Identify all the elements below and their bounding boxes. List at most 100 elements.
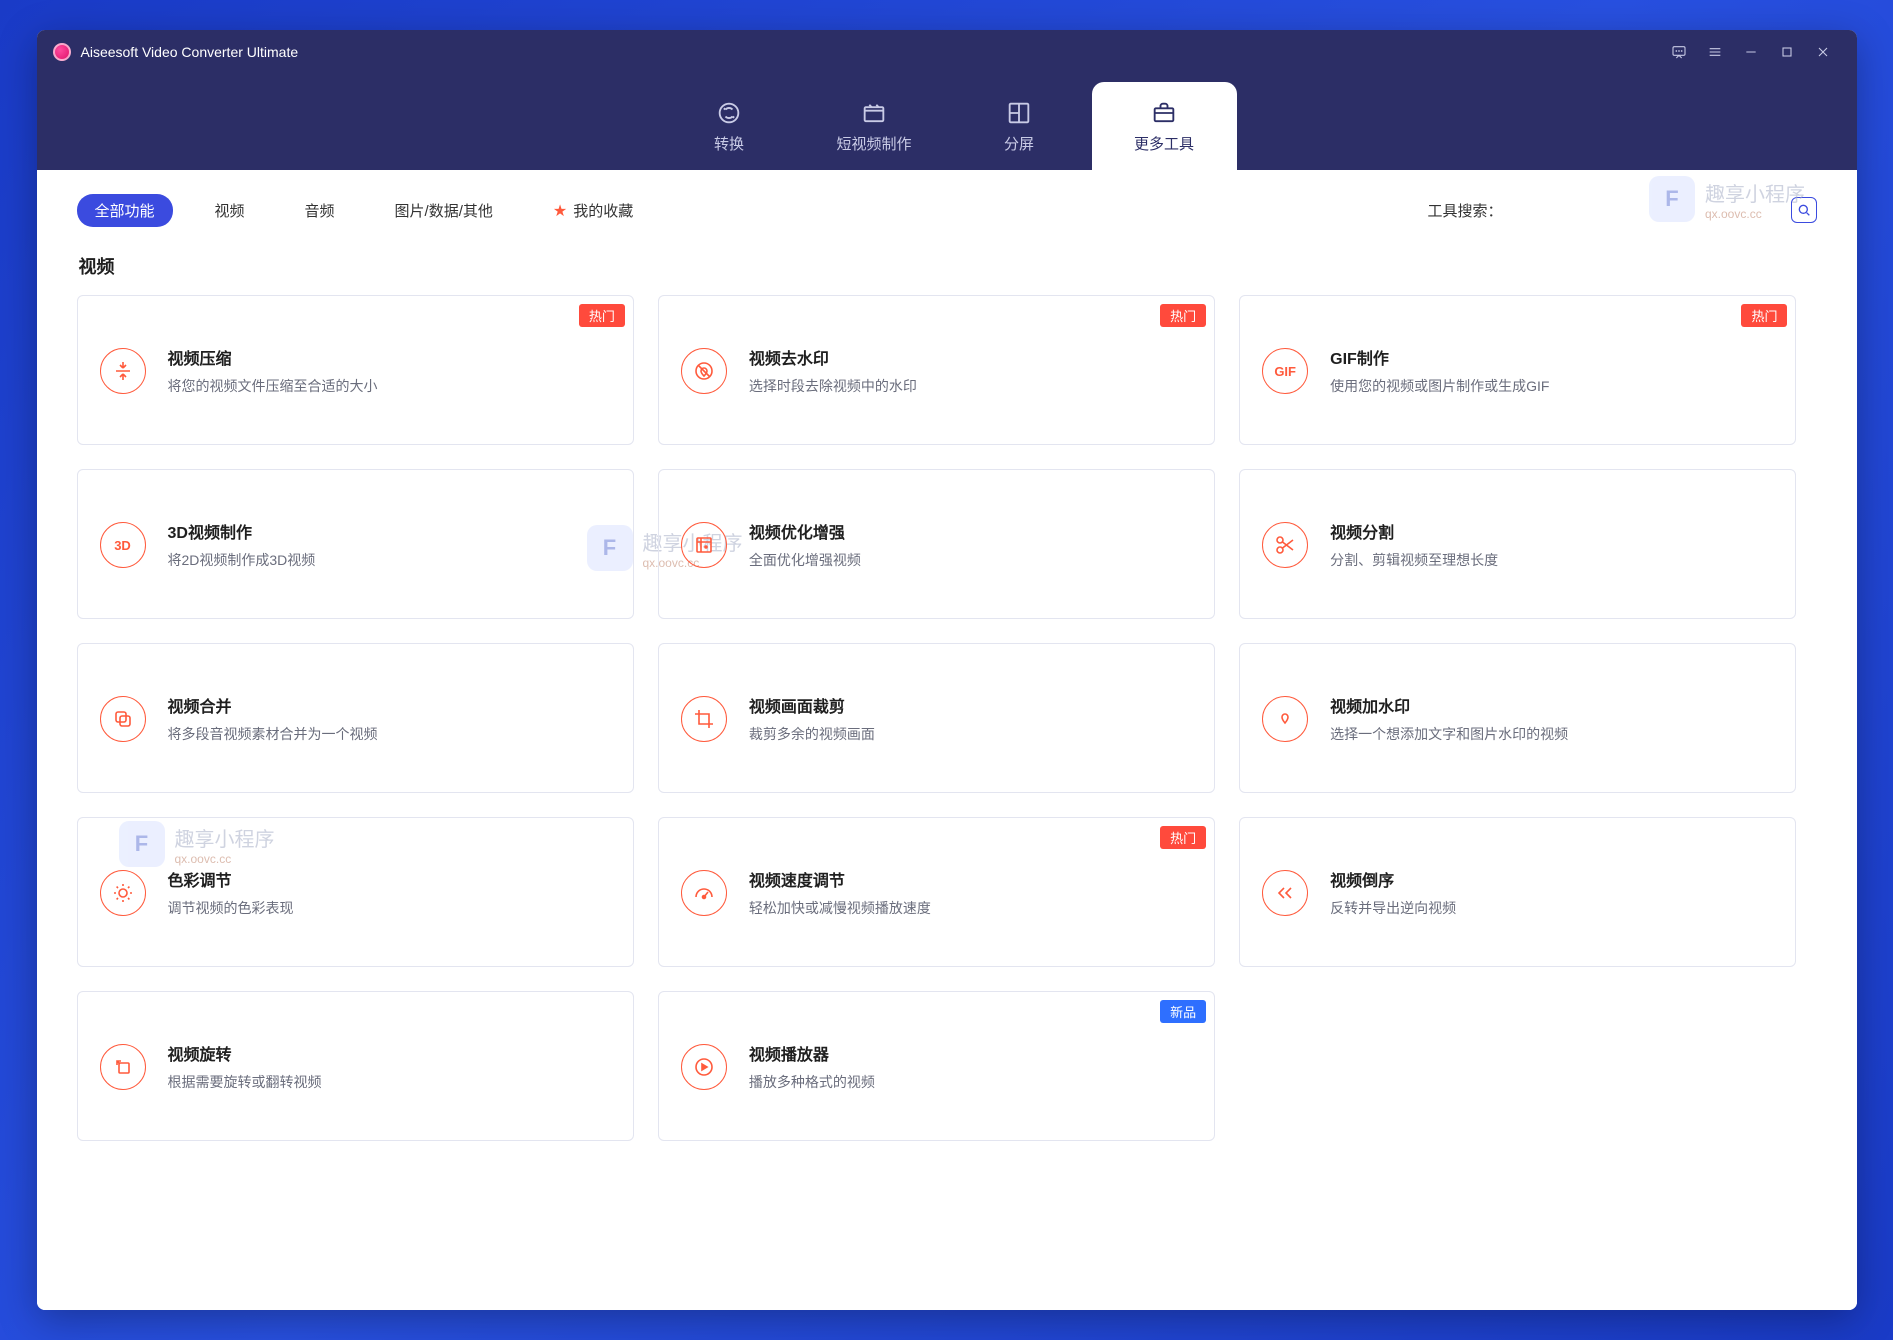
card-desc: 全面优化增强视频	[749, 551, 861, 571]
tool-card[interactable]: 视频旋转 根据需要旋转或翻转视频	[77, 991, 634, 1141]
enhance-icon	[681, 522, 727, 568]
card-text: 视频加水印 选择一个想添加文字和图片水印的视频	[1330, 693, 1568, 745]
section-title: 视频	[79, 253, 1797, 279]
menu-icon[interactable]	[1697, 34, 1733, 70]
card-desc: 使用您的视频或图片制作或生成GIF	[1330, 377, 1549, 397]
search-icon[interactable]	[1791, 197, 1817, 223]
card-title: 3D视频制作	[168, 519, 316, 543]
maximize-button[interactable]	[1769, 34, 1805, 70]
filter-other[interactable]: 图片/数据/其他	[377, 194, 511, 227]
card-title: 视频合并	[168, 693, 378, 717]
card-text: 视频去水印 选择时段去除视频中的水印	[749, 345, 917, 397]
content-area: 全部功能 视频 音频 图片/数据/其他 我的收藏 工具搜索： F 趣享小程序 q…	[37, 170, 1857, 1310]
card-title: 视频画面裁剪	[749, 693, 875, 717]
card-title: 视频加水印	[1330, 693, 1568, 717]
card-desc: 选择时段去除视频中的水印	[749, 377, 917, 397]
tool-card[interactable]: 色彩调节 调节视频的色彩表现	[77, 817, 634, 967]
tool-card[interactable]: 热门 GIF GIF制作 使用您的视频或图片制作或生成GIF	[1239, 295, 1796, 445]
card-desc: 将多段音视频素材合并为一个视频	[168, 725, 378, 745]
color-icon	[100, 870, 146, 916]
tool-card[interactable]: 视频倒序 反转并导出逆向视频	[1239, 817, 1796, 967]
card-text: 视频播放器 播放多种格式的视频	[749, 1041, 875, 1093]
app-title: Aiseesoft Video Converter Ultimate	[81, 44, 299, 60]
titlebar: Aiseesoft Video Converter Ultimate	[37, 30, 1857, 74]
app-window: Aiseesoft Video Converter Ultimate 转换 短视…	[37, 30, 1857, 1310]
filter-all[interactable]: 全部功能	[77, 194, 173, 227]
nav-mv[interactable]: 短视频制作	[802, 82, 947, 170]
search-box	[1531, 197, 1817, 224]
reverse-icon	[1262, 870, 1308, 916]
app-logo-icon	[53, 43, 71, 61]
card-desc: 播放多种格式的视频	[749, 1073, 875, 1093]
filter-label: 我的收藏	[573, 200, 633, 221]
card-text: 色彩调节 调节视频的色彩表现	[168, 867, 294, 919]
card-title: 视频分割	[1330, 519, 1498, 543]
addwm-icon	[1262, 696, 1308, 742]
card-desc: 选择一个想添加文字和图片水印的视频	[1330, 725, 1568, 745]
card-desc: 分割、剪辑视频至理想长度	[1330, 551, 1498, 571]
tool-card[interactable]: 视频分割 分割、剪辑视频至理想长度	[1239, 469, 1796, 619]
card-desc: 将2D视频制作成3D视频	[168, 551, 316, 571]
main-nav: 转换 短视频制作 分屏 更多工具	[37, 74, 1857, 170]
card-title: 视频优化增强	[749, 519, 861, 543]
card-desc: 裁剪多余的视频画面	[749, 725, 875, 745]
card-desc: 反转并导出逆向视频	[1330, 899, 1456, 919]
nav-collage[interactable]: 分屏	[947, 82, 1092, 170]
rotate-icon	[100, 1044, 146, 1090]
tools-scrollarea[interactable]: 视频 F 趣享小程序 qx.oovc.cc F 趣享小程序 qx.oovc.cc…	[77, 245, 1817, 1290]
tool-card[interactable]: 热门 视频压缩 将您的视频文件压缩至合适的大小	[77, 295, 634, 445]
tool-card[interactable]: 视频合并 将多段音视频素材合并为一个视频	[77, 643, 634, 793]
tool-card[interactable]: 视频画面裁剪 裁剪多余的视频画面	[658, 643, 1215, 793]
tool-card[interactable]: 视频优化增强 全面优化增强视频	[658, 469, 1215, 619]
card-text: 视频倒序 反转并导出逆向视频	[1330, 867, 1456, 919]
card-text: 视频合并 将多段音视频素材合并为一个视频	[168, 693, 378, 745]
card-desc: 调节视频的色彩表现	[168, 899, 294, 919]
tool-card[interactable]: 新品 视频播放器 播放多种格式的视频	[658, 991, 1215, 1141]
card-text: 视频速度调节 轻松加快或减慢视频播放速度	[749, 867, 931, 919]
nav-convert[interactable]: 转换	[657, 82, 802, 170]
card-text: GIF制作 使用您的视频或图片制作或生成GIF	[1330, 345, 1549, 397]
play-icon	[681, 1044, 727, 1090]
card-text: 视频分割 分割、剪辑视频至理想长度	[1330, 519, 1498, 571]
filter-bar: 全部功能 视频 音频 图片/数据/其他 我的收藏 工具搜索：	[77, 186, 1817, 245]
cut-icon	[1262, 522, 1308, 568]
card-desc: 轻松加快或减慢视频播放速度	[749, 899, 931, 919]
tool-card[interactable]: 热门 视频速度调节 轻松加快或减慢视频播放速度	[658, 817, 1215, 967]
feedback-icon[interactable]	[1661, 34, 1697, 70]
card-text: 视频旋转 根据需要旋转或翻转视频	[168, 1041, 322, 1093]
gif-icon: GIF	[1262, 348, 1308, 394]
card-text: 3D视频制作 将2D视频制作成3D视频	[168, 519, 316, 571]
search-input[interactable]	[1531, 202, 1791, 218]
merge-icon	[100, 696, 146, 742]
nav-toolbox[interactable]: 更多工具	[1092, 82, 1237, 170]
tool-card[interactable]: 3D 3D视频制作 将2D视频制作成3D视频	[77, 469, 634, 619]
nav-label: 分屏	[1004, 133, 1034, 154]
minimize-button[interactable]	[1733, 34, 1769, 70]
card-badge: 热门	[1160, 826, 1206, 849]
compress-icon	[100, 348, 146, 394]
filter-audio[interactable]: 音频	[287, 194, 353, 227]
card-title: 视频压缩	[168, 345, 378, 369]
card-badge: 新品	[1160, 1000, 1206, 1023]
card-title: GIF制作	[1330, 345, 1549, 369]
speed-icon	[681, 870, 727, 916]
close-button[interactable]	[1805, 34, 1841, 70]
tool-card[interactable]: 热门 视频去水印 选择时段去除视频中的水印	[658, 295, 1215, 445]
nav-label: 更多工具	[1134, 133, 1194, 154]
search-label: 工具搜索：	[1427, 200, 1502, 221]
card-title: 色彩调节	[168, 867, 294, 891]
nav-label: 短视频制作	[836, 133, 911, 154]
tool-card[interactable]: 视频加水印 选择一个想添加文字和图片水印的视频	[1239, 643, 1796, 793]
card-title: 视频播放器	[749, 1041, 875, 1065]
card-title: 视频速度调节	[749, 867, 931, 891]
card-desc: 根据需要旋转或翻转视频	[168, 1073, 322, 1093]
nowm-icon	[681, 348, 727, 394]
card-text: 视频压缩 将您的视频文件压缩至合适的大小	[168, 345, 378, 397]
filter-video[interactable]: 视频	[197, 194, 263, 227]
card-badge: 热门	[1741, 304, 1787, 327]
crop-icon	[681, 696, 727, 742]
tools-grid: 热门 视频压缩 将您的视频文件压缩至合适的大小 热门 视频去水印 选择时段去除视…	[77, 295, 1797, 1141]
card-title: 视频去水印	[749, 345, 917, 369]
filter-favorites[interactable]: 我的收藏	[535, 194, 651, 227]
card-text: 视频优化增强 全面优化增强视频	[749, 519, 861, 571]
